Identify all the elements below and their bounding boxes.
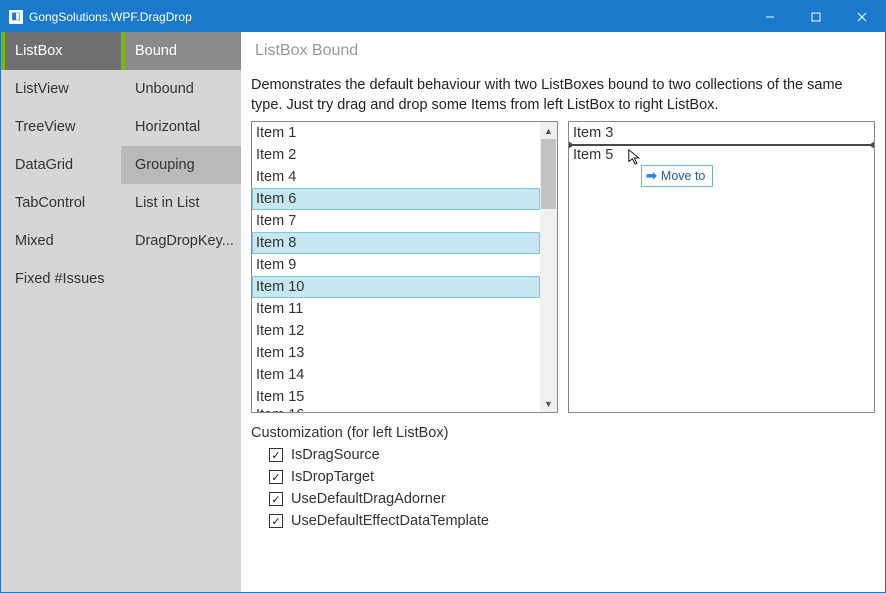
sidebar-item-datagrid[interactable]: DataGrid — [1, 146, 121, 184]
left-listbox[interactable]: Item 1Item 2Item 4Item 6Item 7Item 8Item… — [251, 121, 558, 413]
drop-indicator — [569, 144, 874, 147]
sidebar-item-treeview[interactable]: TreeView — [1, 108, 121, 146]
checkbox[interactable]: ✓ — [269, 514, 283, 528]
checkbox-label: UseDefaultEffectDataTemplate — [291, 513, 489, 529]
window: ◧ GongSolutions.WPF.DragDrop ListBoxList… — [0, 0, 886, 593]
sidebar-secondary: BoundUnboundHorizontalGroupingList in Li… — [121, 32, 241, 592]
list-item[interactable]: Item 2 — [252, 144, 540, 166]
list-item[interactable]: Item 9 — [252, 254, 540, 276]
list-item[interactable]: Item 5 — [569, 144, 874, 166]
checkbox-label: IsDragSource — [291, 447, 380, 463]
sidebar-item-list-in-list[interactable]: List in List — [121, 184, 241, 222]
window-title: GongSolutions.WPF.DragDrop — [29, 10, 192, 24]
customization-header: Customization (for left ListBox) — [251, 425, 875, 441]
sidebar-item-unbound[interactable]: Unbound — [121, 70, 241, 108]
right-listbox-items: Item 3Item 5 — [569, 122, 874, 412]
scroll-down-icon[interactable]: ▼ — [540, 395, 557, 412]
checkbox-row: ✓ UseDefaultEffectDataTemplate — [269, 513, 875, 529]
list-item[interactable]: Item 16 — [252, 408, 540, 412]
sidebar-item-horizontal[interactable]: Horizontal — [121, 108, 241, 146]
checkbox[interactable]: ✓ — [269, 470, 283, 484]
left-listbox-items: Item 1Item 2Item 4Item 6Item 7Item 8Item… — [252, 122, 540, 412]
list-item[interactable]: Item 4 — [252, 166, 540, 188]
list-item[interactable]: Item 8 — [252, 232, 540, 254]
list-item[interactable]: Item 7 — [252, 210, 540, 232]
window-buttons — [747, 1, 885, 32]
list-item[interactable]: Item 15 — [252, 386, 540, 408]
scrollbar[interactable]: ▲ ▼ — [540, 122, 557, 412]
sidebar-item-bound[interactable]: Bound — [121, 32, 241, 70]
sidebar-primary: ListBoxListViewTreeViewDataGridTabContro… — [1, 32, 121, 592]
listboxes-row: Item 1Item 2Item 4Item 6Item 7Item 8Item… — [241, 121, 885, 413]
sidebar-item-grouping[interactable]: Grouping — [121, 146, 241, 184]
minimize-button[interactable] — [747, 1, 793, 32]
sidebar-item-tabcontrol[interactable]: TabControl — [1, 184, 121, 222]
checkbox-row: ✓ IsDropTarget — [269, 469, 875, 485]
list-item[interactable]: Item 14 — [252, 364, 540, 386]
scroll-thumb[interactable] — [541, 139, 556, 209]
list-item[interactable]: Item 11 — [252, 298, 540, 320]
list-item[interactable]: Item 3 — [569, 122, 874, 144]
sidebar-item-listbox[interactable]: ListBox — [1, 32, 121, 70]
app-icon: ◧ — [9, 10, 23, 24]
list-item[interactable]: Item 13 — [252, 342, 540, 364]
sidebar-item-fixed-issues[interactable]: Fixed #Issues — [1, 260, 121, 298]
sidebar-item-mixed[interactable]: Mixed — [1, 222, 121, 260]
sidebar-item-dragdropkey-[interactable]: DragDropKey... — [121, 222, 241, 260]
right-listbox[interactable]: Item 3Item 5 — [568, 121, 875, 413]
customization-section: Customization (for left ListBox) ✓ IsDrag… — [241, 413, 885, 535]
checkbox-row: ✓ IsDragSource — [269, 447, 875, 463]
checkbox-row: ✓ UseDefaultDragAdorner — [269, 491, 875, 507]
sidebar-item-listview[interactable]: ListView — [1, 70, 121, 108]
body: ListBoxListViewTreeViewDataGridTabContro… — [1, 32, 885, 592]
close-button[interactable] — [839, 1, 885, 32]
checkbox[interactable]: ✓ — [269, 492, 283, 506]
checkbox[interactable]: ✓ — [269, 448, 283, 462]
page-description: Demonstrates the default behaviour with … — [241, 70, 885, 121]
page-title: ListBox Bound — [241, 32, 885, 70]
maximize-button[interactable] — [793, 1, 839, 32]
scroll-up-icon[interactable]: ▲ — [540, 122, 557, 139]
list-item[interactable]: Item 10 — [252, 276, 540, 298]
list-item[interactable]: Item 12 — [252, 320, 540, 342]
checkbox-label: IsDropTarget — [291, 469, 374, 485]
title-bar[interactable]: ◧ GongSolutions.WPF.DragDrop — [1, 1, 885, 32]
main: ListBox Bound Demonstrates the default b… — [241, 32, 885, 592]
list-item[interactable]: Item 6 — [252, 188, 540, 210]
checkbox-label: UseDefaultDragAdorner — [291, 491, 446, 507]
list-item[interactable]: Item 1 — [252, 122, 540, 144]
